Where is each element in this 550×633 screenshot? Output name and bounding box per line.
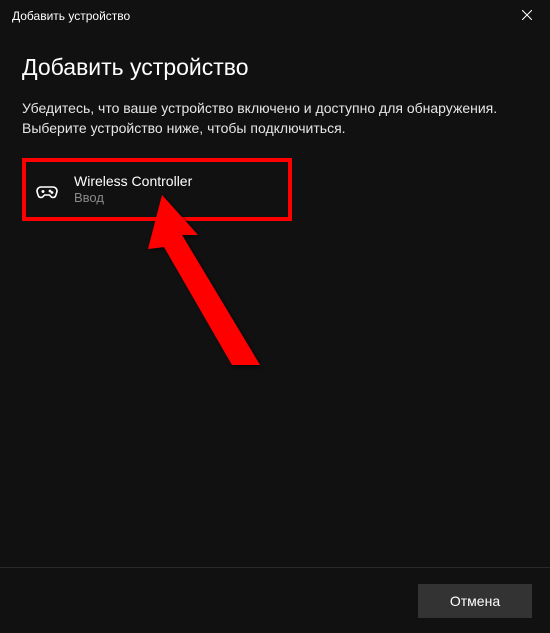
- device-list-item[interactable]: Wireless Controller Ввод: [22, 158, 292, 221]
- instructions-text: Убедитесь, что ваше устройство включено …: [22, 99, 528, 138]
- window-title: Добавить устройство: [12, 9, 130, 23]
- device-text-group: Wireless Controller Ввод: [74, 172, 192, 207]
- device-name: Wireless Controller: [74, 172, 192, 190]
- titlebar: Добавить устройство: [0, 0, 550, 32]
- cancel-button[interactable]: Отмена: [418, 584, 532, 618]
- dialog-content: Добавить устройство Убедитесь, что ваше …: [0, 32, 550, 221]
- page-heading: Добавить устройство: [22, 54, 528, 81]
- annotation-arrow: [140, 195, 300, 390]
- dialog-footer: Отмена: [0, 567, 550, 633]
- device-type: Ввод: [74, 190, 192, 207]
- gamepad-icon: [34, 177, 60, 203]
- close-icon: [522, 7, 532, 25]
- close-button[interactable]: [504, 0, 550, 32]
